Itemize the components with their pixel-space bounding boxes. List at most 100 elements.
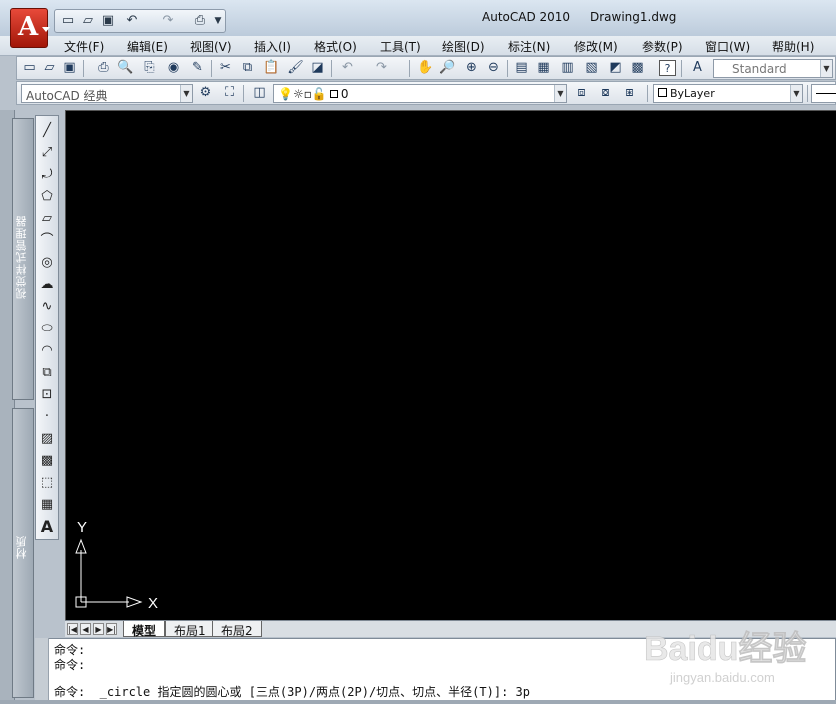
color-value: ByLayer [670,87,715,100]
workspace-settings-icon[interactable]: ⚙ [197,85,214,101]
new-icon[interactable]: ▭ [21,60,38,76]
application-menu-button[interactable]: A [10,8,50,48]
command-line-grip[interactable] [35,638,49,704]
insert-block-icon[interactable]: ⧉ [38,364,56,382]
text-style-value: Standard [732,62,787,76]
undo-icon[interactable]: ↶ [339,60,356,76]
block-editor-icon[interactable]: ◪ [309,60,326,76]
text-style-icon[interactable]: A [689,60,706,76]
dropdown-icon[interactable]: ▼ [209,13,227,29]
make-block-icon[interactable]: ⊡ [38,386,56,404]
3d-print-icon[interactable]: ◉ [165,60,182,76]
ellipse-icon[interactable]: ⬭ [38,320,56,338]
tab-model[interactable]: 模型 [123,621,166,638]
plot-icon[interactable]: ⎙ [95,60,112,76]
save-icon[interactable]: ▣ [99,13,117,29]
polygon-icon[interactable]: ⬠ [38,188,56,206]
menu-format[interactable]: 格式(O) [314,38,357,55]
menu-window[interactable]: 窗口(W) [705,38,750,55]
color-select[interactable]: ByLayer ▼ [653,84,803,103]
match-properties-icon[interactable]: 🖌 [287,60,304,76]
new-icon[interactable]: ▭ [59,13,77,29]
menu-parametric[interactable]: 参数(P) [642,38,683,55]
tab-layout1[interactable]: 布局1 [165,621,215,638]
chevron-down-icon: ▼ [790,85,802,102]
hatch-icon[interactable]: ▨ [38,430,56,448]
copy-icon[interactable]: ⧉ [239,60,256,76]
command-prompt[interactable]: 命令: _circle 指定圆的圆心或 [三点(3P)/两点(2P)/切点、切点… [54,683,530,700]
open-icon[interactable]: ▱ [41,60,58,76]
open-icon[interactable]: ▱ [79,13,97,29]
zoom-window-icon[interactable]: ⊕ [463,60,480,76]
markup-icon[interactable]: ◩ [607,60,624,76]
cut-icon[interactable]: ✂ [217,60,234,76]
toolbar-separator [647,85,648,102]
menu-insert[interactable]: 插入(I) [254,38,291,55]
layer-previous-icon[interactable]: ⧇ [597,85,614,101]
chevron-down-icon: ▼ [820,60,832,77]
quickcalc-icon[interactable]: ▩ [629,60,646,76]
plot-preview-icon[interactable]: 🔍 [117,60,134,76]
table-icon[interactable]: ▦ [38,496,56,514]
layer-state-icon[interactable]: ⧆ [621,85,638,101]
toolbar-separator [331,60,332,77]
menu-tools[interactable]: 工具(T) [380,38,421,55]
polyline-icon[interactable]: ⤾ [38,166,56,184]
linetype-select[interactable] [811,84,836,103]
revision-cloud-icon[interactable]: ☁ [38,276,56,294]
line-icon[interactable]: ╱ [38,122,56,140]
toolbar-separator [409,60,410,77]
menu-edit[interactable]: 编辑(E) [127,38,168,55]
sheet-set-icon[interactable]: ▧ [583,60,600,76]
properties-icon[interactable]: ▤ [513,60,530,76]
layer-select[interactable]: 💡☼▫🔓 0 ▼ [273,84,567,103]
materials-panel[interactable]: 材质 [12,408,34,698]
tab-layout2[interactable]: 布局2 [212,621,262,638]
menu-dimension[interactable]: 标注(N) [508,38,550,55]
undo-icon[interactable]: ↶ [123,13,141,29]
menu-file[interactable]: 文件(F) [64,38,104,55]
paste-icon[interactable]: 📋 [263,60,280,76]
menu-draw[interactable]: 绘图(D) [442,38,485,55]
menu-modify[interactable]: 修改(M) [574,38,618,55]
menu-help[interactable]: 帮助(H) [772,38,814,55]
command-history-line: 命令: [54,658,86,672]
redo-icon[interactable]: ↷ [159,13,177,29]
menu-view[interactable]: 视图(V) [190,38,232,55]
spline-icon[interactable]: ∿ [38,298,56,316]
ucs-x-label: X [148,595,158,612]
help-icon[interactable]: ? [659,60,676,76]
design-center-icon[interactable]: ✎ [189,60,206,76]
workspace-select[interactable]: AutoCAD 经典 ▼ [21,84,193,103]
first-tab-icon[interactable]: |◀ [67,623,78,635]
zoom-realtime-icon[interactable]: 🔎 [439,60,456,76]
point-icon[interactable]: · [38,408,56,426]
gradient-icon[interactable]: ▩ [38,452,56,470]
construction-line-icon[interactable]: ⤢ [38,144,56,162]
toolbar-separator [211,60,212,77]
layer-properties-icon[interactable]: ◫ [251,85,268,101]
plot-icon[interactable]: ⎙ [191,13,209,29]
ellipse-arc-icon[interactable]: ◠ [38,342,56,360]
redo-icon[interactable]: ↷ [373,60,390,76]
make-current-layer-icon[interactable]: ⧈ [573,85,590,101]
pan-icon[interactable]: ✋ [417,60,434,76]
arc-icon[interactable]: ⌒ [38,232,56,250]
save-icon[interactable]: ▣ [61,60,78,76]
last-tab-icon[interactable]: ▶| [106,623,117,635]
next-tab-icon[interactable]: ▶ [93,623,104,635]
text-style-select[interactable]: Standard ▼ [713,59,833,78]
chevron-down-icon: ▼ [554,85,566,102]
zoom-previous-icon[interactable]: ⊖ [485,60,502,76]
visual-styles-panel[interactable]: 视觉样式管理器 [12,118,34,400]
rectangle-icon[interactable]: ▱ [38,210,56,228]
circle-icon[interactable]: ◎ [38,254,56,272]
region-icon[interactable]: ⬚ [38,474,56,492]
materials-panel-title: 材质 [15,535,28,559]
clean-screen-icon[interactable]: ⛶ [221,85,238,101]
tool-palettes-icon[interactable]: ▥ [559,60,576,76]
publish-icon[interactable]: ⎘ [141,60,158,76]
design-center-palette-icon[interactable]: ▦ [535,60,552,76]
prev-tab-icon[interactable]: ◀ [80,623,91,635]
multiline-text-icon[interactable]: A [38,518,56,536]
